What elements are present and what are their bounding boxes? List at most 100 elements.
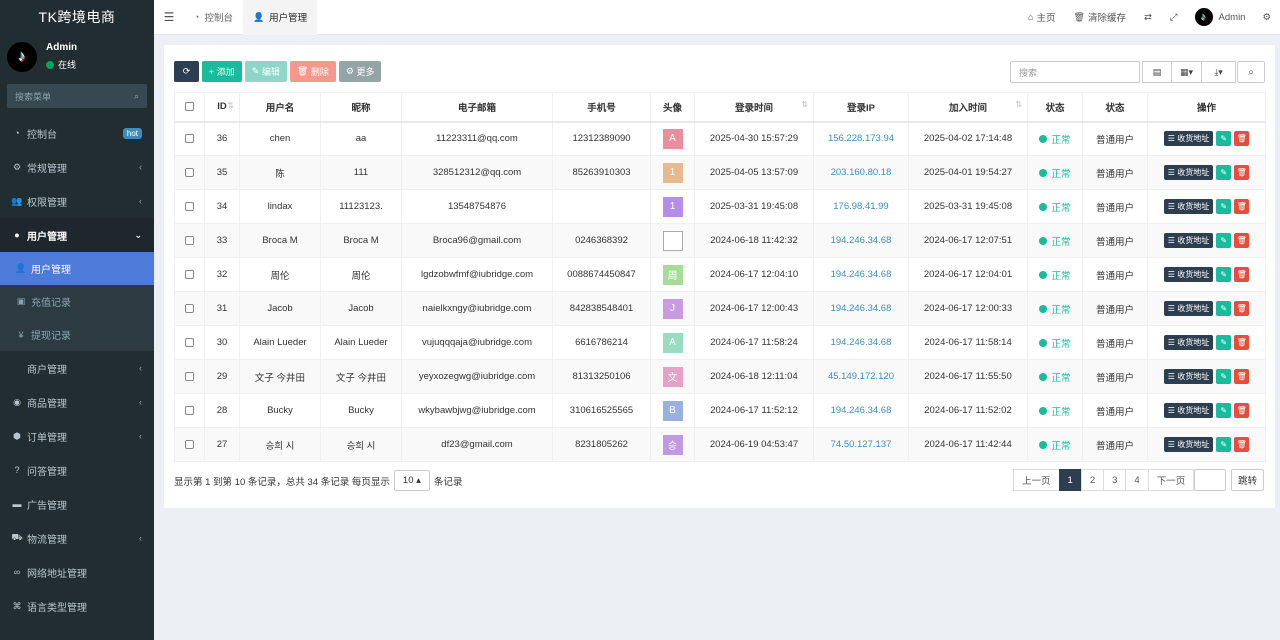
- table-row[interactable]: 34 lindax 11123123. 13548754876 1 2025-03-31 …: [174, 189, 1266, 224]
- export-button[interactable]: ⤓▾: [1201, 61, 1236, 83]
- next-page-button[interactable]: 下一页: [1147, 469, 1195, 491]
- row-checkbox[interactable]: [185, 235, 194, 245]
- refresh-button[interactable]: ⟳: [174, 61, 199, 82]
- login-ip-link[interactable]: 74.50.127.137: [831, 439, 892, 450]
- page-button-3[interactable]: 3: [1103, 469, 1127, 491]
- table-row[interactable]: 28 Bucky Bucky wkybawbjwg@iubridge.com 31061…: [174, 393, 1266, 428]
- row-checkbox[interactable]: [185, 269, 194, 279]
- table-row[interactable]: 29 文子 今井田 文子 今井田 yeyxozegwg@iubridge.com 813…: [174, 359, 1266, 394]
- header-join-time[interactable]: 加入时间: [908, 92, 1028, 123]
- avatar[interactable]: 文: [662, 366, 683, 387]
- more-button[interactable]: ⚙ 更多: [338, 61, 382, 82]
- shipping-address-button[interactable]: ☰ 收货地址: [1163, 301, 1214, 316]
- avatar[interactable]: 1: [662, 162, 683, 183]
- row-checkbox[interactable]: [185, 167, 194, 177]
- sidebar-item-language[interactable]: ⌘ 语言类型管理: [0, 589, 154, 623]
- row-checkbox[interactable]: [185, 134, 194, 144]
- menu-search-input[interactable]: 搜索菜单 ⌕: [7, 84, 147, 108]
- row-edit-button[interactable]: ✎: [1216, 199, 1232, 214]
- row-delete-button[interactable]: 🗑: [1234, 335, 1250, 350]
- delete-button[interactable]: 🗑 删除: [289, 61, 336, 82]
- login-ip-link[interactable]: 194.246.34.68: [831, 303, 892, 314]
- row-edit-button[interactable]: ✎: [1216, 131, 1232, 147]
- row-select-cell[interactable]: [174, 393, 205, 428]
- row-select-cell[interactable]: [174, 427, 205, 462]
- fullscreen-icon[interactable]: ⤢: [1161, 12, 1187, 23]
- row-edit-button[interactable]: ✎: [1216, 369, 1232, 384]
- login-ip-link[interactable]: 194.246.34.68: [831, 405, 892, 416]
- shipping-address-button[interactable]: ☰ 收货地址: [1163, 199, 1214, 214]
- avatar[interactable]: [662, 230, 683, 251]
- jump-button[interactable]: 跳转: [1231, 469, 1265, 491]
- row-edit-button[interactable]: ✎: [1216, 403, 1232, 418]
- table-row[interactable]: 31 Jacob Jacob naielkxngy@iubridge.com 84283…: [174, 291, 1266, 326]
- avatar[interactable]: A: [662, 332, 683, 353]
- row-select-cell[interactable]: [174, 291, 205, 326]
- columns-button[interactable]: ▦▾: [1171, 61, 1202, 83]
- row-select-cell[interactable]: [174, 223, 205, 258]
- avatar[interactable]: J: [662, 298, 683, 319]
- page-button-1[interactable]: 1: [1058, 469, 1082, 491]
- row-delete-button[interactable]: 🗑: [1234, 301, 1250, 316]
- row-delete-button[interactable]: 🗑: [1234, 369, 1250, 384]
- row-edit-button[interactable]: ✎: [1216, 233, 1232, 248]
- row-select-cell[interactable]: [174, 359, 205, 394]
- table-row[interactable]: 32 周伦 周伦 lgdzobwfmf@iubridge.com 00886744508…: [174, 257, 1266, 292]
- row-delete-button[interactable]: 🗑: [1234, 437, 1250, 452]
- avatar[interactable]: 1: [662, 196, 683, 217]
- row-edit-button[interactable]: ✎: [1216, 437, 1232, 452]
- brand-title[interactable]: TK跨境电商: [0, 0, 154, 34]
- login-ip-link[interactable]: 194.246.34.68: [831, 269, 892, 280]
- shipping-address-button[interactable]: ☰ 收货地址: [1163, 437, 1214, 452]
- row-delete-button[interactable]: 🗑: [1234, 267, 1250, 282]
- sidebar-item-network[interactable]: ∞ 网络地址管理: [0, 555, 154, 589]
- admin-menu[interactable]: ♪ Admin: [1187, 8, 1254, 26]
- advanced-search-button[interactable]: ⌕: [1237, 61, 1265, 83]
- row-edit-button[interactable]: ✎: [1216, 165, 1232, 180]
- row-delete-button[interactable]: 🗑: [1234, 403, 1250, 418]
- login-ip-link[interactable]: 203.160.80.18: [831, 167, 892, 178]
- avatar[interactable]: 승: [662, 434, 683, 455]
- sidebar-item-logistics[interactable]: ⛟ 物流管理 ‹: [0, 521, 154, 555]
- row-checkbox[interactable]: [185, 371, 194, 381]
- login-ip-link[interactable]: 176.98.41.99: [833, 201, 888, 212]
- login-ip-link[interactable]: 194.246.34.68: [831, 337, 892, 348]
- row-checkbox[interactable]: [185, 405, 194, 415]
- table-row[interactable]: 30 Alain Lueder Alain Lueder vujuqqqaja@iub…: [174, 325, 1266, 360]
- jump-page-input[interactable]: [1194, 469, 1226, 491]
- sidebar-item-product[interactable]: ◉ 商品管理 ‹: [0, 385, 154, 419]
- page-size-select[interactable]: 10 ▴: [393, 470, 430, 491]
- row-delete-button[interactable]: 🗑: [1234, 131, 1250, 147]
- login-ip-link[interactable]: 156.228.173.94: [828, 133, 894, 144]
- row-select-cell[interactable]: [174, 121, 205, 156]
- select-all-header[interactable]: [174, 92, 205, 123]
- header-login-time[interactable]: 登录时间: [694, 92, 814, 123]
- row-edit-button[interactable]: ✎: [1216, 267, 1232, 282]
- shipping-address-button[interactable]: ☰ 收货地址: [1163, 369, 1214, 384]
- login-ip-link[interactable]: 194.246.34.68: [831, 235, 892, 246]
- avatar[interactable]: 周: [662, 264, 683, 285]
- row-select-cell[interactable]: [174, 155, 205, 190]
- toggle-view-button[interactable]: ▤: [1142, 61, 1172, 83]
- translate-icon[interactable]: ⇄: [1135, 12, 1161, 23]
- shipping-address-button[interactable]: ☰ 收货地址: [1163, 233, 1214, 248]
- avatar[interactable]: B: [662, 400, 683, 421]
- add-button[interactable]: + 添加: [202, 61, 242, 82]
- row-delete-button[interactable]: 🗑: [1234, 165, 1250, 180]
- sidebar-subitem-recharge[interactable]: ▣ 充值记录: [0, 285, 154, 318]
- row-checkbox[interactable]: [185, 303, 194, 313]
- sidebar-item-users[interactable]: ● 用户管理 ⌄: [0, 218, 154, 252]
- row-checkbox[interactable]: [185, 337, 194, 347]
- shipping-address-button[interactable]: ☰ 收货地址: [1163, 165, 1214, 180]
- row-delete-button[interactable]: 🗑: [1234, 199, 1250, 214]
- tab-dashboard[interactable]: ◔ 控制台: [184, 0, 243, 35]
- table-search-input[interactable]: 搜索: [1010, 61, 1140, 83]
- row-delete-button[interactable]: 🗑: [1234, 233, 1250, 248]
- sidebar-item-general[interactable]: ⚙ 常规管理 ‹: [0, 150, 154, 184]
- sidebar-item-order[interactable]: ⬢ 订单管理 ‹: [0, 419, 154, 453]
- clear-cache-button[interactable]: 🗑 清除缓存: [1065, 10, 1135, 25]
- home-link[interactable]: ⌂ 主页: [1019, 10, 1064, 24]
- select-all-checkbox[interactable]: [185, 102, 194, 112]
- shipping-address-button[interactable]: ☰ 收货地址: [1163, 131, 1214, 147]
- header-id[interactable]: ID: [204, 92, 240, 123]
